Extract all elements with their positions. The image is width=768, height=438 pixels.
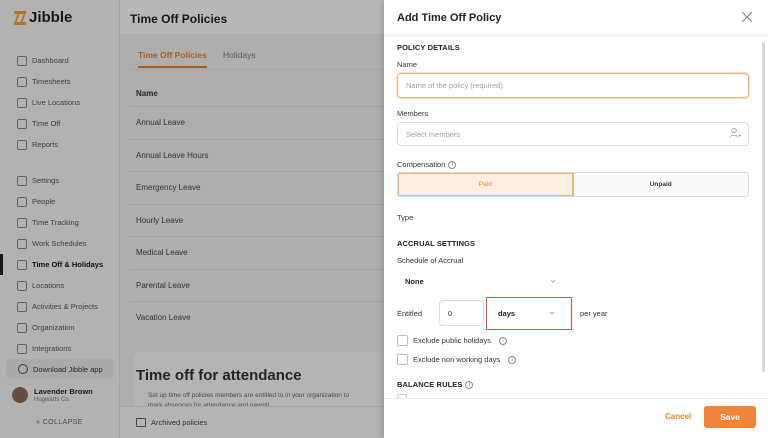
add-policy-drawer: Add Time Off Policy POLICY DETAILS Name … [384,0,768,438]
save-button[interactable]: Save [704,406,756,428]
members-input[interactable] [397,122,749,146]
compensation-label-text: Compensation [397,160,446,169]
entitled-label: Entitled [397,309,423,318]
policy-details-heading: POLICY DETAILS [397,43,460,52]
exclude-holidays-label: Exclude public holidays [413,336,491,345]
modal-overlay[interactable] [0,0,384,438]
drawer-header: Add Time Off Policy [384,0,768,36]
unpaid-option[interactable]: Unpaid [573,173,748,196]
unit-select-highlight [486,297,572,330]
drawer-title: Add Time Off Policy [397,12,502,24]
schedule-select[interactable]: None [397,269,566,294]
name-label: Name [397,60,418,69]
info-icon[interactable]: i [465,381,474,390]
exclude-non-working-label: Exclude non working days [413,355,501,364]
balance-rules-heading: BALANCE RULES i [397,380,474,390]
add-user-icon[interactable] [729,127,741,139]
schedule-label: Schedule of Accrual [397,256,464,265]
entitled-input[interactable]: 0 [439,300,484,326]
members-label: Members [397,109,429,118]
cancel-button[interactable]: Cancel [665,412,691,421]
info-icon[interactable]: i [448,161,457,170]
compensation-label: Compensation i [397,160,457,170]
exclude-non-working-checkbox[interactable] [397,354,408,365]
chevron-down-icon [550,279,556,283]
info-icon[interactable]: i [498,336,507,345]
close-icon[interactable] [740,10,754,24]
schedule-value: None [405,277,424,286]
accrual-settings-heading: ACCRUAL SETTINGS [397,239,476,248]
scrollbar[interactable] [762,42,765,372]
per-year-label: per year [580,309,608,318]
compensation-toggle: Paid Unpaid [397,172,749,197]
exclude-holidays-row[interactable]: Exclude public holidays i [397,335,507,346]
paid-option[interactable]: Paid [398,173,574,196]
exclude-holidays-checkbox[interactable] [397,335,408,346]
exclude-non-working-row[interactable]: Exclude non working days i [397,354,517,365]
info-icon[interactable]: i [508,355,517,364]
policy-name-input[interactable] [397,73,749,98]
type-label: Type [397,213,414,222]
balance-rules-text: BALANCE RULES [397,380,463,389]
